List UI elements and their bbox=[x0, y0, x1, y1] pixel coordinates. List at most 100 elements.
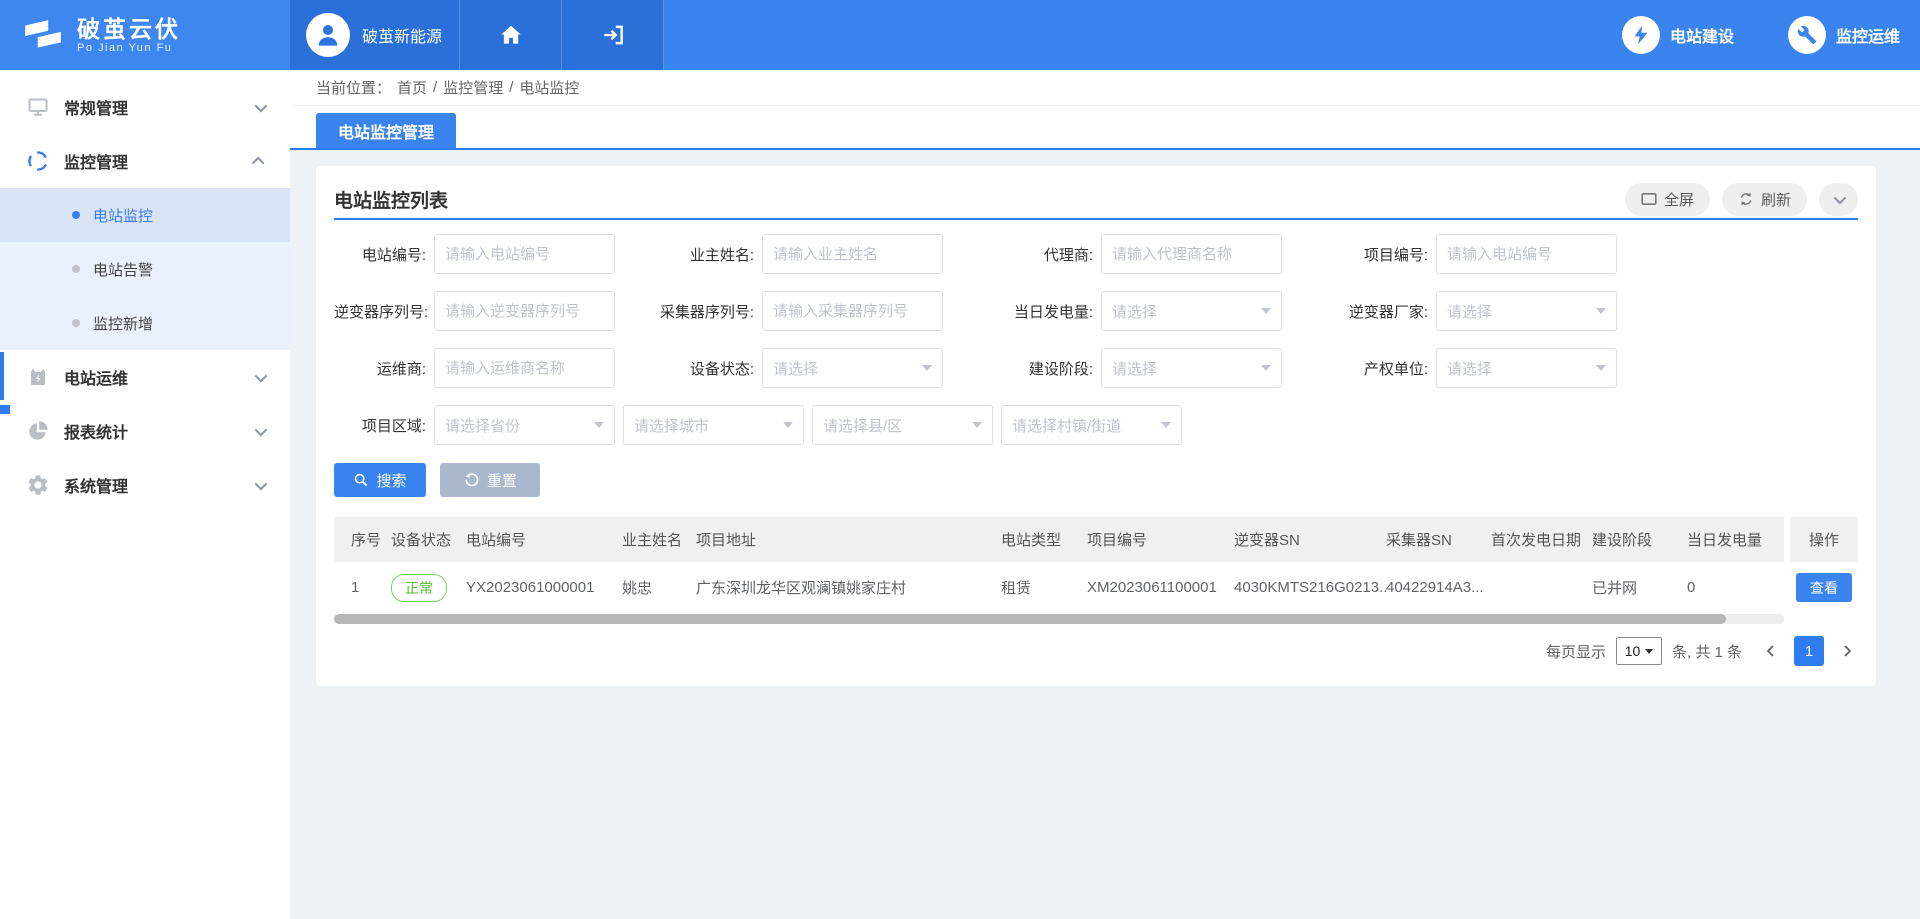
avatar[interactable] bbox=[306, 13, 350, 57]
sidebar-scrollbar[interactable] bbox=[0, 352, 4, 400]
home-icon bbox=[498, 22, 524, 48]
tab-bar: 电站监控管理 bbox=[290, 106, 1920, 150]
scrollbar-thumb[interactable] bbox=[334, 614, 1726, 624]
sidebar: 常规管理 监控管理 电站监控 bbox=[0, 70, 290, 919]
device-status-select[interactable]: 请选择 bbox=[762, 348, 943, 388]
province-select[interactable]: 请选择省份 bbox=[434, 405, 615, 445]
sidebar-item-station-ops[interactable]: 电站运维 bbox=[0, 350, 290, 404]
inverter-brand-select[interactable]: 请选择 bbox=[1436, 291, 1617, 331]
sidebar-item-label: 常规管理 bbox=[64, 95, 128, 119]
field-label: 运维商: bbox=[334, 358, 426, 379]
station-monitor-card: 电站监控列表 全屏 bbox=[316, 166, 1876, 686]
sidebar-subitem-station-alarm[interactable]: 电站告警 bbox=[0, 242, 290, 296]
field-label: 当日发电量: bbox=[993, 301, 1093, 322]
bullet-icon bbox=[72, 319, 80, 327]
breadcrumb-level2: 电站监控 bbox=[519, 77, 579, 98]
sidebar-subitem-label: 电站告警 bbox=[93, 259, 153, 280]
sidebar-item-label: 系统管理 bbox=[64, 473, 128, 497]
select-placeholder: 请选择省份 bbox=[445, 415, 594, 436]
ops-vendor-input[interactable] bbox=[434, 348, 615, 388]
collector-sn-input[interactable] bbox=[762, 291, 943, 331]
horizontal-scrollbar[interactable] bbox=[334, 614, 1784, 624]
select-placeholder: 请选择县/区 bbox=[823, 415, 972, 436]
prev-page-button[interactable] bbox=[1760, 640, 1782, 662]
chevron-right-icon bbox=[1840, 644, 1854, 658]
sidebar-subitem-station-monitor[interactable]: 电站监控 bbox=[0, 188, 290, 242]
sidebar-subitem-monitor-add[interactable]: 监控新增 bbox=[0, 296, 290, 350]
next-page-button[interactable] bbox=[1836, 640, 1858, 662]
wrench-icon bbox=[1788, 16, 1826, 54]
caret-down-icon bbox=[1161, 422, 1171, 428]
select-placeholder: 请选择城市 bbox=[634, 415, 783, 436]
collapse-button[interactable] bbox=[1819, 183, 1858, 216]
lightning-icon bbox=[1622, 16, 1660, 54]
user-icon bbox=[313, 20, 343, 50]
fullscreen-label: 全屏 bbox=[1664, 189, 1694, 210]
sidebar-item-monitor-mgmt[interactable]: 监控管理 bbox=[0, 134, 290, 188]
view-button[interactable]: 查看 bbox=[1796, 573, 1852, 602]
card-divider bbox=[334, 218, 1858, 220]
sidebar-item-general-mgmt[interactable]: 常规管理 bbox=[0, 80, 290, 134]
inverter-sn-input[interactable] bbox=[434, 291, 615, 331]
sidebar-item-system-mgmt[interactable]: 系统管理 bbox=[0, 458, 290, 512]
nav-station-build-label: 电站建设 bbox=[1670, 23, 1734, 47]
caret-down-icon bbox=[972, 422, 982, 428]
cell-inverter-sn: 4030KMTS216G0213... bbox=[1234, 579, 1386, 596]
logout-button[interactable] bbox=[562, 0, 664, 70]
cell-address: 广东深圳龙华区观澜镇姚家庄村 bbox=[696, 577, 1001, 598]
table-main: 序号 设备状态 电站编号 业主姓名 项目地址 电站类型 项目编号 逆变器SN 采… bbox=[334, 517, 1784, 624]
cell-owner: 姚忠 bbox=[622, 577, 696, 598]
table-row: 1 正常 YX2023061000001 姚忠 广东深圳龙华区观澜镇姚家庄村 租… bbox=[334, 562, 1784, 613]
build-stage-select[interactable]: 请选择 bbox=[1101, 348, 1282, 388]
sidebar-scrollbar-handle[interactable] bbox=[0, 405, 10, 414]
property-unit-select[interactable]: 请选择 bbox=[1436, 348, 1617, 388]
town-select[interactable]: 请选择村镇/街道 bbox=[1001, 405, 1182, 445]
col-header: 首次发电日期 bbox=[1491, 529, 1592, 550]
sidebar-item-report-stats[interactable]: 报表统计 bbox=[0, 404, 290, 458]
chevron-down-icon bbox=[255, 369, 268, 382]
brand-name: 破茧云伏 bbox=[77, 17, 181, 42]
breadcrumb-level1: 监控管理 bbox=[443, 77, 503, 98]
agent-input[interactable] bbox=[1101, 234, 1282, 274]
city-select[interactable]: 请选择城市 bbox=[623, 405, 804, 445]
bullet-icon bbox=[72, 211, 80, 219]
col-header: 业主姓名 bbox=[622, 529, 696, 550]
station-no-input[interactable] bbox=[434, 234, 615, 274]
home-button[interactable] bbox=[460, 0, 562, 70]
top-nav: 破茧新能源 电站建设 bbox=[290, 0, 1920, 70]
field-label: 产权单位: bbox=[1333, 358, 1428, 379]
caret-down-icon bbox=[594, 422, 604, 428]
stations-table: 序号 设备状态 电站编号 业主姓名 项目地址 电站类型 项目编号 逆变器SN 采… bbox=[334, 517, 1858, 624]
breadcrumb-separator: / bbox=[509, 79, 513, 96]
form-actions: 搜索 重置 bbox=[334, 463, 1858, 497]
per-page-label: 每页显示 bbox=[1546, 641, 1606, 662]
pagination: 每页显示 10 条, 共 1 条 1 bbox=[334, 636, 1858, 666]
breadcrumb-home[interactable]: 首页 bbox=[397, 77, 427, 98]
owner-name-input[interactable] bbox=[762, 234, 943, 274]
fullscreen-button[interactable]: 全屏 bbox=[1625, 183, 1710, 216]
tab-station-monitor-mgmt[interactable]: 电站监控管理 bbox=[316, 113, 456, 148]
daily-power-select[interactable]: 请选择 bbox=[1101, 291, 1282, 331]
nav-monitor-ops[interactable]: 监控运维 bbox=[1788, 16, 1900, 54]
breadcrumb-separator: / bbox=[433, 79, 437, 96]
col-header: 电站类型 bbox=[1001, 529, 1087, 550]
field-label: 电站编号: bbox=[334, 244, 426, 265]
gear-icon bbox=[26, 473, 50, 497]
sidebar-subitem-label: 电站监控 bbox=[93, 205, 153, 226]
search-button[interactable]: 搜索 bbox=[334, 463, 426, 497]
refresh-button[interactable]: 刷新 bbox=[1722, 183, 1807, 216]
pie-chart-icon bbox=[26, 419, 50, 443]
per-page-select[interactable]: 10 bbox=[1616, 637, 1662, 665]
project-no-input[interactable] bbox=[1436, 234, 1617, 274]
reset-button[interactable]: 重置 bbox=[440, 463, 540, 497]
select-placeholder: 请选择 bbox=[1447, 358, 1596, 379]
search-icon bbox=[353, 472, 369, 488]
caret-down-icon bbox=[1261, 308, 1271, 314]
card-header: 电站监控列表 全屏 bbox=[334, 166, 1858, 218]
col-header: 建设阶段 bbox=[1592, 529, 1687, 550]
user-menu[interactable]: 破茧新能源 bbox=[290, 0, 460, 70]
county-select[interactable]: 请选择县/区 bbox=[812, 405, 993, 445]
nav-station-build[interactable]: 电站建设 bbox=[1622, 16, 1734, 54]
reset-label: 重置 bbox=[487, 470, 517, 491]
current-page-button[interactable]: 1 bbox=[1794, 636, 1824, 666]
